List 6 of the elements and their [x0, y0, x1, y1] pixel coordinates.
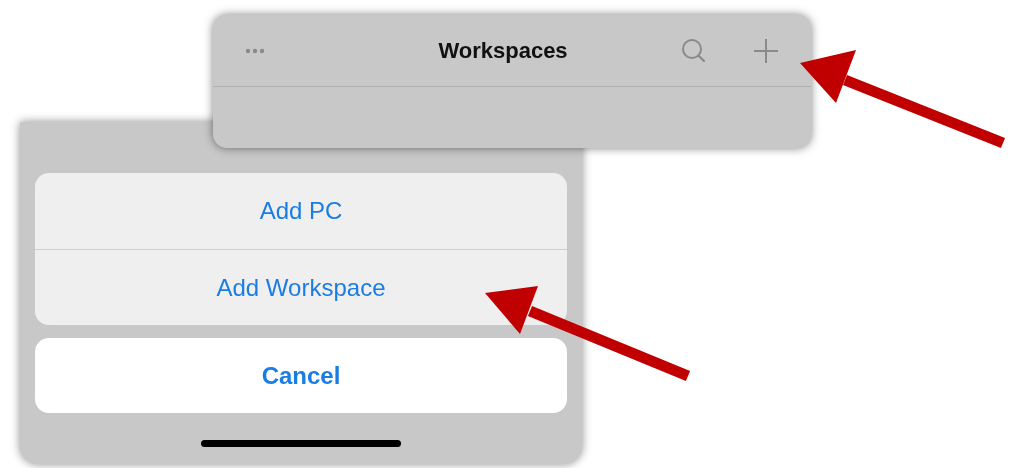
cancel-button[interactable]: Cancel	[35, 338, 567, 413]
nav-title: Workspaces	[438, 37, 568, 65]
search-icon[interactable]	[681, 37, 707, 64]
action-button[interactable]: Add PC	[35, 173, 567, 249]
add-icon[interactable]	[753, 37, 779, 64]
more-icon[interactable]	[245, 47, 265, 54]
